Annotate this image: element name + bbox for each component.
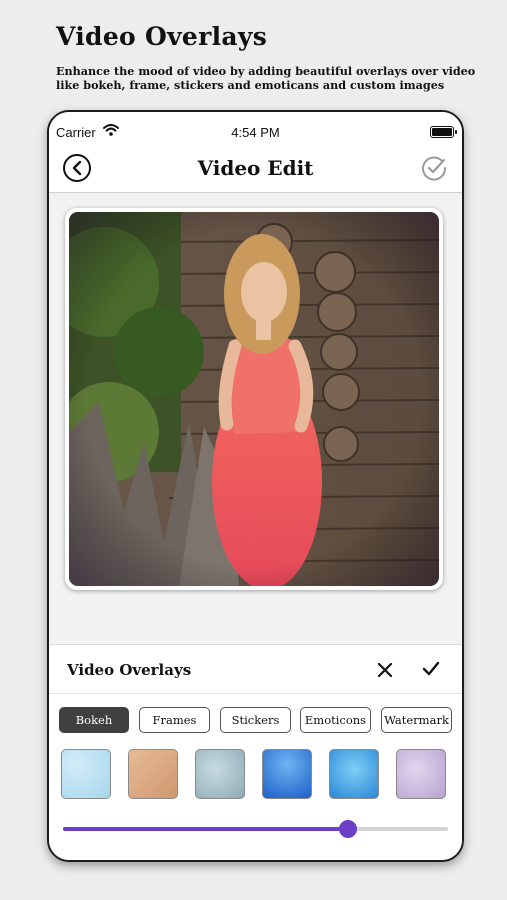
subheadline: Enhance the mood of video by adding beau… xyxy=(56,64,476,92)
intensity-slider-fill xyxy=(63,827,348,831)
status-bar: Carrier 4:54 PM xyxy=(49,112,462,148)
overlay-grey-blue-bokeh[interactable] xyxy=(195,749,245,799)
headline: Video Overlays xyxy=(56,22,268,51)
panel-title: Video Overlays xyxy=(67,661,192,679)
overlay-lavender-texture[interactable] xyxy=(396,749,446,799)
tab-emoticons[interactable]: Emoticons xyxy=(300,707,371,733)
overlay-beige-paper-texture[interactable] xyxy=(128,749,178,799)
close-icon[interactable] xyxy=(377,662,393,678)
checkmark-icon[interactable] xyxy=(422,661,440,677)
navigation-bar: Video Edit xyxy=(49,148,462,193)
video-preview[interactable] xyxy=(65,208,443,590)
tab-frames[interactable]: Frames xyxy=(139,707,210,733)
phone-frame: Carrier 4:54 PM Video Edit Video Overlay… xyxy=(47,110,464,862)
overlay-blue-sparkle-bokeh[interactable] xyxy=(262,749,312,799)
done-button[interactable] xyxy=(420,154,448,182)
status-time: 4:54 PM xyxy=(231,125,280,140)
tab-bokeh[interactable]: Bokeh xyxy=(59,707,129,733)
page-title: Video Edit xyxy=(197,156,314,180)
tab-stickers[interactable]: Stickers xyxy=(220,707,291,733)
intensity-slider[interactable] xyxy=(63,820,448,838)
intensity-slider-thumb[interactable] xyxy=(338,820,357,838)
tab-watermark[interactable]: Watermark xyxy=(381,707,452,733)
overlay-panel: Video Overlays Bokeh Frames Stickers Emo… xyxy=(49,644,462,860)
overlay-light-blue-texture[interactable] xyxy=(61,749,111,799)
panel-divider xyxy=(49,693,462,694)
overlay-cyan-sparkle-bokeh[interactable] xyxy=(329,749,379,799)
battery-icon xyxy=(430,126,457,138)
video-frame-image xyxy=(69,212,439,586)
